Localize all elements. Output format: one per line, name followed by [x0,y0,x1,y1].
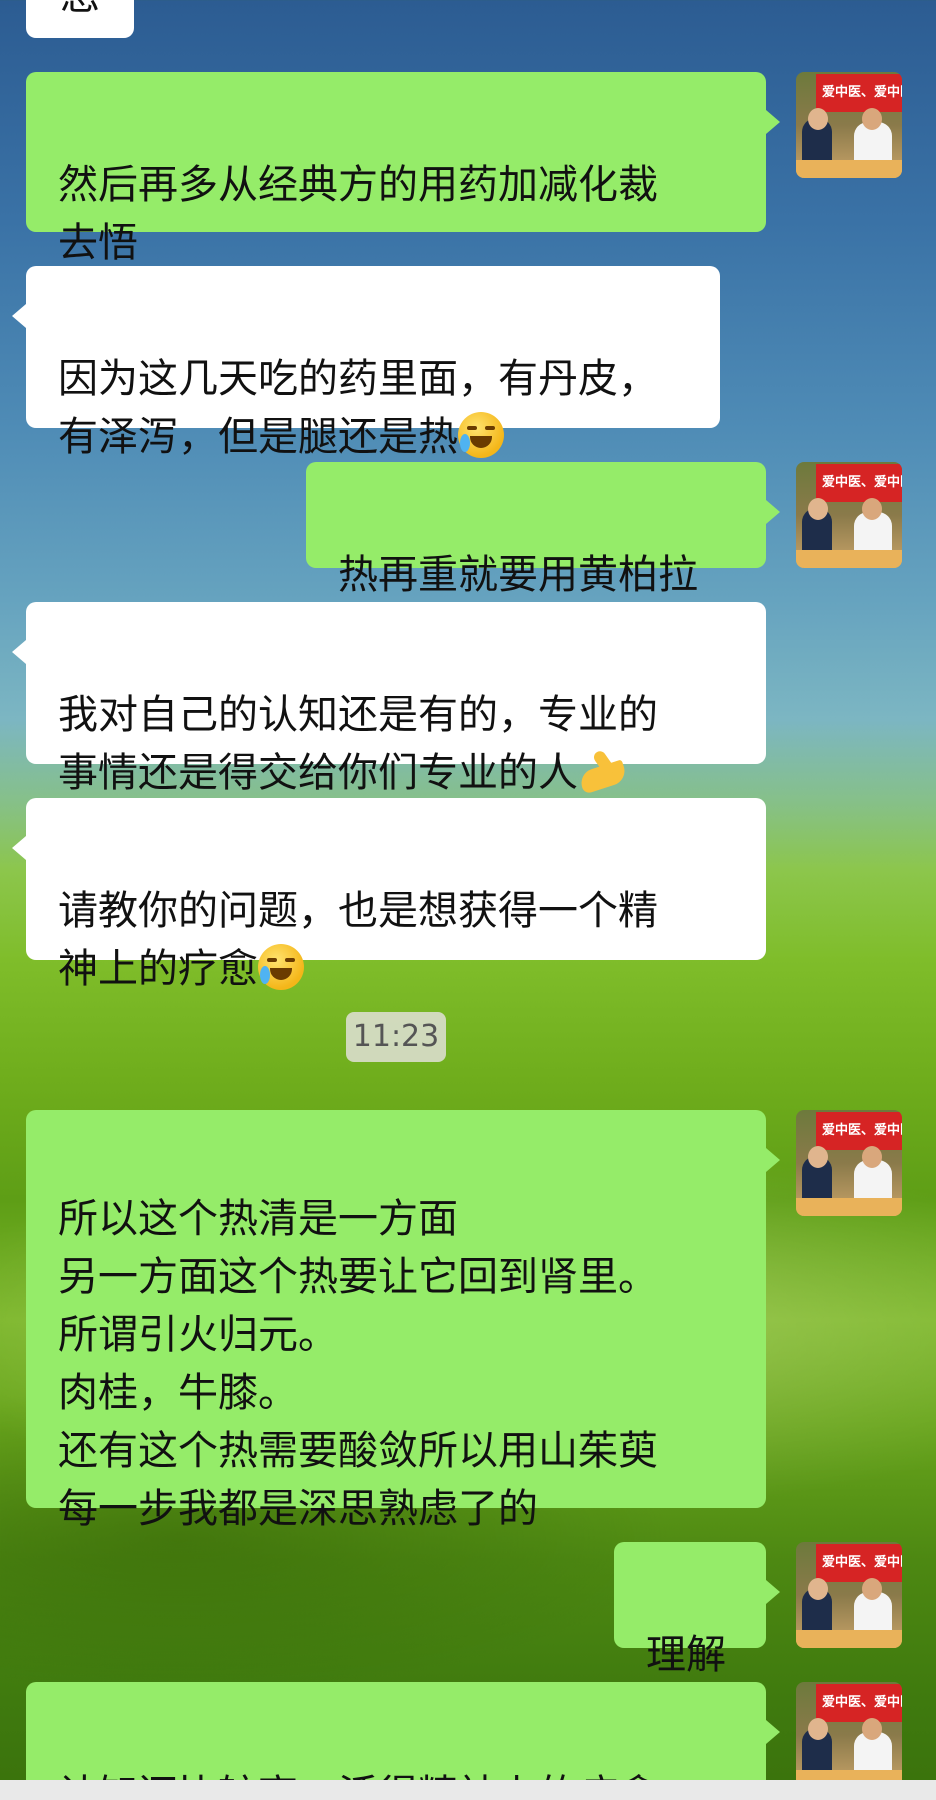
avatar-banner: 爱中医、爱中医、用 [816,74,902,112]
message-text: 因为这几天吃的药里面，有丹皮， 有泽泻，但是腿还是热 [58,356,658,460]
avatar[interactable]: 爱中医、爱中医、用 [796,1110,902,1216]
message-bubble-outgoing[interactable]: 热再重就要用黄柏拉 [306,462,780,598]
message-text: 理解 [646,1632,726,1678]
avatar[interactable]: 爱中医、爱中医、用 [796,1682,902,1788]
message-text: 您 [60,0,100,19]
avatar-banner: 爱中医、爱中医、用 [816,1684,902,1722]
avatar-banner: 爱中医、爱中医、用 [816,1544,902,1582]
input-bar-edge [0,1780,936,1800]
avatar[interactable]: 爱中医、爱中医、用 [796,1542,902,1648]
avatar-banner: 爱中医、爱中医、用 [816,464,902,502]
message-bubble-incoming[interactable]: 因为这几天吃的药里面，有丹皮， 有泽泻，但是腿还是热 [12,266,720,460]
message-text: 所以这个热清是一方面 另一方面这个热要让它回到肾里。 所谓引火归元。 肉桂，牛膝… [58,1196,658,1532]
message-text: 请教你的问题，也是想获得一个精 神上的疗愈 [58,888,658,992]
message-bubble-outgoing[interactable]: 然后再多从经典方的用药加减化裁 去悟 [26,72,780,266]
avatar-banner: 爱中医、爱中医、用 [816,1112,902,1150]
chat-area[interactable]: 您 然后再多从经典方的用药加减化裁 去悟 爱中医、爱中医、用 因为这几天吃的药里… [0,0,936,1800]
message-bubble-outgoing[interactable]: 所以这个热清是一方面 另一方面这个热要让它回到肾里。 所谓引火归元。 肉桂，牛膝… [26,1110,780,1532]
avatar[interactable]: 爱中医、爱中医、用 [796,462,902,568]
face-with-tears-icon [258,944,304,990]
timestamp: 11:23 [346,1012,446,1062]
message-bubble-outgoing[interactable]: 理解 [614,1542,780,1678]
message-text: 我对自己的认知还是有的，专业的 事情还是得交给你们专业的人 [58,692,658,796]
pinching-hand-icon [577,748,629,795]
message-bubble-incoming[interactable]: 我对自己的认知还是有的，专业的 事情还是得交给你们专业的人 [12,602,766,796]
face-with-tears-icon [458,412,504,458]
avatar[interactable]: 爱中医、爱中医、用 [796,72,902,178]
message-bubble-incoming[interactable]: 您 [26,0,134,38]
message-bubble-incoming[interactable]: 请教你的问题，也是想获得一个精 神上的疗愈 [12,798,766,992]
message-text: 然后再多从经典方的用药加减化裁 去悟 [58,162,658,266]
message-text: 热再重就要用黄柏拉 [338,552,698,598]
